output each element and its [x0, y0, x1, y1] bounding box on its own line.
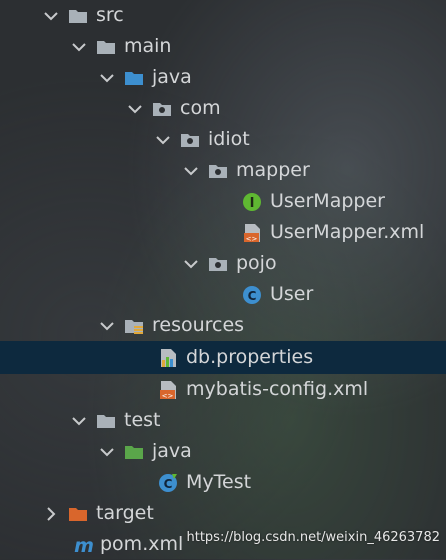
- xml-file-icon: <>: [158, 380, 178, 400]
- tree-item-label: src: [96, 4, 124, 26]
- svg-text:C: C: [164, 477, 173, 491]
- package-icon: [208, 254, 228, 274]
- resources-folder-icon: [124, 316, 144, 336]
- svg-text:<>: <>: [246, 235, 258, 243]
- watermark: https://blog.csdn.net/weixin_46263782: [186, 530, 440, 545]
- tree-item-mybatis-config-xml[interactable]: <> mybatis-config.xml: [0, 374, 446, 405]
- tree-item-label: idiot: [208, 128, 250, 150]
- tree-item-com[interactable]: com: [0, 93, 446, 124]
- svg-text:I: I: [250, 196, 255, 211]
- class-icon: C: [158, 473, 178, 493]
- tree-item-test[interactable]: test: [0, 405, 446, 436]
- chevron-right-icon[interactable]: [44, 506, 58, 521]
- chevron-down-icon[interactable]: [100, 319, 114, 333]
- svg-text:m: m: [74, 535, 94, 555]
- tree-item-label: mybatis-config.xml: [186, 378, 369, 400]
- tree-item-label: test: [124, 409, 161, 431]
- tree-item-mapper[interactable]: mapper: [0, 155, 446, 186]
- tree-item-label: resources: [152, 314, 245, 336]
- tree-item-usermapper-xml[interactable]: <> UserMapper.xml: [0, 217, 446, 248]
- tree-item-label: mapper: [236, 159, 310, 181]
- svg-text:C: C: [248, 289, 257, 303]
- properties-file-icon: [158, 348, 178, 368]
- chevron-down-icon[interactable]: [184, 164, 198, 178]
- tree-item-label: User: [270, 283, 314, 305]
- chevron-down-icon[interactable]: [72, 40, 86, 54]
- folder-icon: [96, 37, 116, 57]
- tree-item-src[interactable]: src: [0, 0, 446, 31]
- chevron-down-icon[interactable]: [156, 133, 170, 147]
- package-icon: [152, 99, 172, 119]
- excluded-folder-icon: [68, 504, 88, 524]
- tree-item-resources[interactable]: resources: [0, 310, 446, 341]
- svg-text:<>: <>: [162, 392, 174, 400]
- tree-item-usermapper[interactable]: I UserMapper: [0, 186, 446, 217]
- tree-item-main[interactable]: main: [0, 31, 446, 62]
- tree-item-mytest[interactable]: C MyTest: [0, 467, 446, 498]
- tree-item-label: com: [180, 97, 221, 119]
- chevron-down-icon[interactable]: [100, 71, 114, 85]
- chevron-down-icon[interactable]: [100, 445, 114, 459]
- class-icon: C: [242, 285, 262, 305]
- interface-icon: I: [242, 192, 262, 212]
- tree-item-label: UserMapper.xml: [270, 221, 425, 243]
- tree-item-idiot[interactable]: idiot: [0, 124, 446, 155]
- tree-item-label: target: [96, 502, 154, 524]
- folder-icon: [96, 411, 116, 431]
- chevron-down-icon[interactable]: [128, 102, 142, 116]
- tree-item-label: java: [152, 66, 192, 88]
- tree-item-target[interactable]: target: [0, 498, 446, 529]
- chevron-down-icon[interactable]: [72, 414, 86, 428]
- tree-item-user[interactable]: C User: [0, 279, 446, 310]
- tree-item-label: pojo: [236, 252, 277, 274]
- tree-item-label: main: [124, 35, 172, 57]
- chevron-down-icon[interactable]: [44, 9, 58, 23]
- tree-item-pojo[interactable]: pojo: [0, 248, 446, 279]
- tree-item-java[interactable]: java: [0, 62, 446, 93]
- tree-item-test-java[interactable]: java: [0, 436, 446, 467]
- chevron-down-icon[interactable]: [184, 257, 198, 271]
- tree-item-label: pom.xml: [100, 533, 184, 555]
- maven-file-icon: m: [72, 535, 96, 555]
- package-icon: [208, 161, 228, 181]
- package-icon: [180, 130, 200, 150]
- tree-item-label: java: [152, 440, 192, 462]
- tree-item-label: MyTest: [186, 471, 252, 493]
- tree-item-label: UserMapper: [270, 190, 385, 212]
- folder-icon: [68, 6, 88, 26]
- tree-item-label: db.properties: [186, 346, 314, 368]
- test-source-folder-icon: [124, 442, 144, 462]
- source-root-folder-icon: [124, 68, 144, 88]
- tree-item-db-properties[interactable]: db.properties: [0, 341, 446, 374]
- xml-file-icon: <>: [242, 223, 262, 243]
